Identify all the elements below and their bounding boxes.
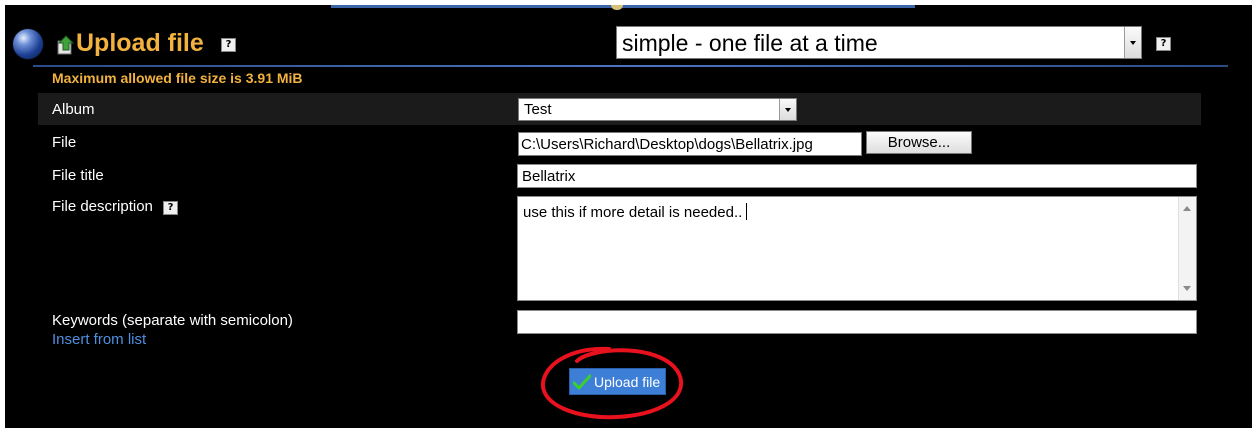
max-file-size-notice: Maximum allowed file size is 3.91 MiB bbox=[52, 70, 303, 86]
scroll-down-icon[interactable] bbox=[1183, 286, 1191, 291]
upload-mode-value: simple - one file at a time bbox=[622, 30, 878, 56]
help-icon[interactable]: ? bbox=[221, 38, 236, 52]
keywords-label: Keywords (separate with semicolon) bbox=[52, 312, 293, 329]
textarea-scrollbar[interactable] bbox=[1178, 197, 1196, 300]
file-label: File bbox=[52, 134, 77, 151]
header-divider bbox=[33, 65, 1228, 67]
chevron-down-icon[interactable] bbox=[779, 99, 796, 120]
file-description-textarea[interactable]: use this if more detail is needed.. bbox=[517, 196, 1197, 301]
file-description-value: use this if more detail is needed.. bbox=[523, 203, 748, 221]
file-path-value: C:\Users\Richard\Desktop\dogs\Bellatrix.… bbox=[521, 136, 813, 153]
scroll-up-icon[interactable] bbox=[1183, 206, 1191, 211]
help-icon[interactable]: ? bbox=[163, 201, 179, 215]
file-description-label: File description ? bbox=[52, 198, 179, 215]
file-description-label-text: File description bbox=[52, 198, 153, 215]
keywords-input[interactable] bbox=[517, 310, 1197, 334]
top-border bbox=[331, 5, 915, 8]
album-label: Album bbox=[52, 101, 95, 118]
file-path-input[interactable]: C:\Users\Richard\Desktop\dogs\Bellatrix.… bbox=[518, 132, 862, 156]
file-title-label: File title bbox=[52, 167, 104, 184]
chevron-down-icon[interactable] bbox=[1124, 27, 1141, 58]
page-title: Upload file bbox=[76, 29, 204, 57]
browse-button[interactable]: Browse... bbox=[866, 131, 972, 154]
album-select[interactable]: Test bbox=[518, 98, 797, 121]
album-value: Test bbox=[524, 101, 552, 118]
blue-orb-icon bbox=[13, 29, 43, 59]
upload-file-button-label: Upload file bbox=[594, 374, 661, 390]
upload-file-button[interactable]: Upload file bbox=[569, 368, 666, 395]
file-title-value: Bellatrix bbox=[522, 168, 576, 185]
upload-panel: Upload file ? simple - one file at a tim… bbox=[5, 5, 1252, 428]
checkmark-icon bbox=[573, 374, 591, 390]
upload-arrow-icon bbox=[57, 35, 75, 55]
help-icon[interactable]: ? bbox=[1156, 37, 1171, 51]
insert-from-list-link[interactable]: Insert from list bbox=[52, 331, 146, 348]
upload-mode-select[interactable]: simple - one file at a time bbox=[616, 26, 1142, 59]
top-border-marker bbox=[611, 5, 623, 10]
file-description-text: use this if more detail is needed.. bbox=[523, 204, 743, 221]
text-caret bbox=[746, 203, 748, 220]
file-title-input[interactable]: Bellatrix bbox=[517, 164, 1197, 188]
